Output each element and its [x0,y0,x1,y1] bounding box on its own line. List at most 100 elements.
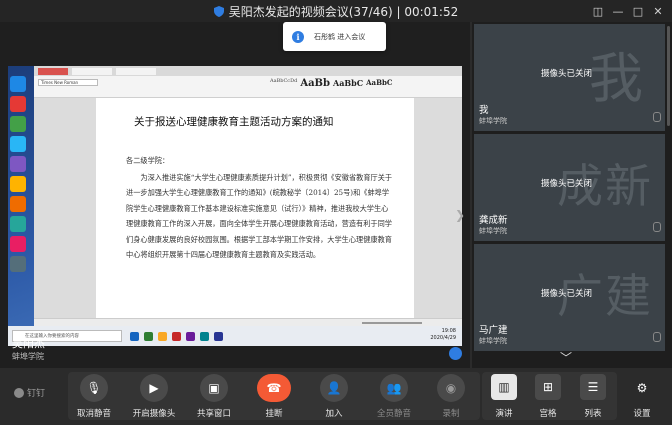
presenter-name: 吴阳杰 [12,337,45,350]
taskbar-app-icon [200,331,209,341]
list-view-label: 列表 [584,409,602,419]
unmute-button[interactable]: 🎙 取消静音 [64,372,124,420]
app-icon [10,216,26,232]
taskbar-app-icon [214,331,223,341]
app-icon [10,236,26,252]
share-screen-icon: ▣ [208,381,220,395]
panel-scrollbar[interactable] [667,26,670,126]
document-title: 关于报送心理健康教育主题活动方案的通知 [134,116,334,128]
record-button[interactable]: ◉ 录制 [421,372,481,420]
close-icon[interactable]: ✕ [650,3,666,19]
taskbar-app-icon [158,331,167,341]
app-icon [10,96,26,112]
participant-tile[interactable]: 成新 摄像头已关闭 龚成新 蚌埠学院 [474,134,665,241]
maximize-icon[interactable]: □ [630,3,646,19]
document-paragraph: 为深入推进实施“大学生心理健康素质提升计划”，积极贯彻《安徽省教育厅关于进一步加… [126,172,393,260]
document-statusbar [34,318,462,326]
clock-time: 19:08 [441,328,456,334]
mic-icon [653,332,661,342]
participant-org: 蚌埠学院 [479,227,507,235]
app-logo: 钉钉 [14,386,45,399]
screen-share-icon [449,347,462,360]
style-sample: AaBbC [366,78,393,87]
app-icon [10,196,26,212]
join-notification: i 石彤鹤 进入会议 [283,22,386,51]
participant-name: 龚成新 [479,215,508,226]
info-icon: i [292,30,304,43]
app-icon [10,256,26,272]
taskbar-apps [130,331,223,341]
taskbar-app-icon [172,331,181,341]
mic-icon [653,222,661,232]
mute-all-icon: 👥 [386,381,402,395]
app-icon [10,136,26,152]
participant-tile[interactable]: 广建 摄像头已关闭 马广建 蚌埠学院 [474,244,665,351]
taskbar-app-icon [186,331,195,341]
style-gallery: AaBbCcDd AaBb AaBbC AaBbC [270,78,392,89]
record-label: 录制 [442,409,460,419]
gear-icon: ⚙ [636,381,648,395]
pin-icon[interactable]: ◫ [590,3,606,19]
hang-up-label: 挂断 [265,409,283,419]
font-name-box: Times New Roman [38,79,98,86]
dingtalk-icon [14,387,24,398]
document-tabbar [34,66,462,76]
start-camera-label: 开启摄像头 [132,409,176,419]
camera-off-label: 摄像头已关闭 [541,69,593,79]
app-icon [10,156,26,172]
document-salutation: 各二级学院： [126,156,170,165]
shared-desktop: Times New Roman AaBbCcDd AaBb AaBbC AaBb… [8,66,462,346]
participant-org: 蚌埠学院 [479,337,507,345]
share-window-button[interactable]: ▣ 共享窗口 [184,372,244,420]
mute-all-label: 全员静音 [376,409,411,419]
participant-panel: 我 摄像头已关闭 我 蚌埠学院 成新 摄像头已关闭 龚成新 蚌埠学院 广建 摄像… [472,22,672,368]
participant-org: 蚌埠学院 [479,117,507,125]
grid-layout-icon: ⊞ [542,380,554,394]
record-icon: ◉ [445,381,457,395]
participant-tile[interactable]: 我 摄像头已关闭 我 蚌埠学院 [474,24,665,131]
meeting-toolbar: 钉钉 🎙 取消静音 ▶ 开启摄像头 ▣ 共享窗口 ☎ 挂断 👤 加入 👥 全员静… [0,368,672,425]
taskbar-app-icon [130,331,139,341]
speaker-layout-icon: ▥ [498,380,510,394]
participant-name: 马广建 [479,325,508,336]
speaker-view-label: 演讲 [495,409,513,419]
add-participant-button[interactable]: 👤 加入 [304,372,364,420]
share-window-label: 共享窗口 [196,409,231,419]
document-window: Times New Roman AaBbCcDd AaBb AaBbC AaBb… [34,66,462,326]
chevron-right-icon[interactable]: ❯ [455,208,465,222]
mute-all-button[interactable]: 👥 全员静音 [364,372,424,420]
browser-icon [10,76,26,92]
shield-icon [213,5,224,17]
minimize-icon[interactable]: — [610,3,626,19]
settings-button[interactable]: ⚙ 设置 [612,372,672,420]
window-controls: ◫ — □ ✕ [590,3,666,19]
start-camera-button[interactable]: ▶ 开启摄像头 [124,372,184,420]
taskbar-app-icon [144,331,153,341]
app-icon [10,116,26,132]
document-page: 关于报送心理健康教育主题活动方案的通知 各二级学院： 为深入推进实施“大学生心理… [96,98,414,326]
presenter-org: 蚌埠学院 [12,352,44,361]
taskbar-clock: 19:08 2020/4/29 [430,328,456,342]
title-bar: 吴阳杰发起的视频会议(37/46) | 00:01:52 ◫ — □ ✕ [0,0,672,22]
app-icon [10,176,26,192]
unmute-label: 取消静音 [76,409,111,419]
participant-avatar-text: 我 [589,47,643,110]
chevron-down-icon[interactable]: ﹀ [560,349,572,366]
hang-up-button[interactable]: ☎ 挂断 [244,372,304,420]
settings-label: 设置 [633,409,651,419]
style-sample: AaBbC [333,78,364,88]
app-logo-text: 钉钉 [27,389,46,399]
grid-view-label: 宫格 [539,409,557,419]
camera-off-icon: ▶ [149,381,159,395]
document-toolbar: Times New Roman AaBbCcDd AaBb AaBbC AaBb… [34,76,462,98]
camera-off-label: 摄像头已关闭 [541,289,593,299]
windows-taskbar: 在这里输入你要搜索的内容 19:08 2020/4/29 [8,326,462,346]
add-participant-label: 加入 [325,409,343,419]
document-body: 各二级学院： 为深入推进实施“大学生心理健康素质提升计划”，积极贯彻《安徽省教育… [126,153,394,263]
mic-off-icon: 🎙 [86,381,102,395]
desktop-icons [10,76,30,272]
participant-name: 我 [479,105,489,116]
window-title: 吴阳杰发起的视频会议(37/46) | 00:01:52 [228,4,459,19]
list-layout-icon: ☰ [587,380,599,394]
style-sample: AaBbCcDd [270,78,298,84]
